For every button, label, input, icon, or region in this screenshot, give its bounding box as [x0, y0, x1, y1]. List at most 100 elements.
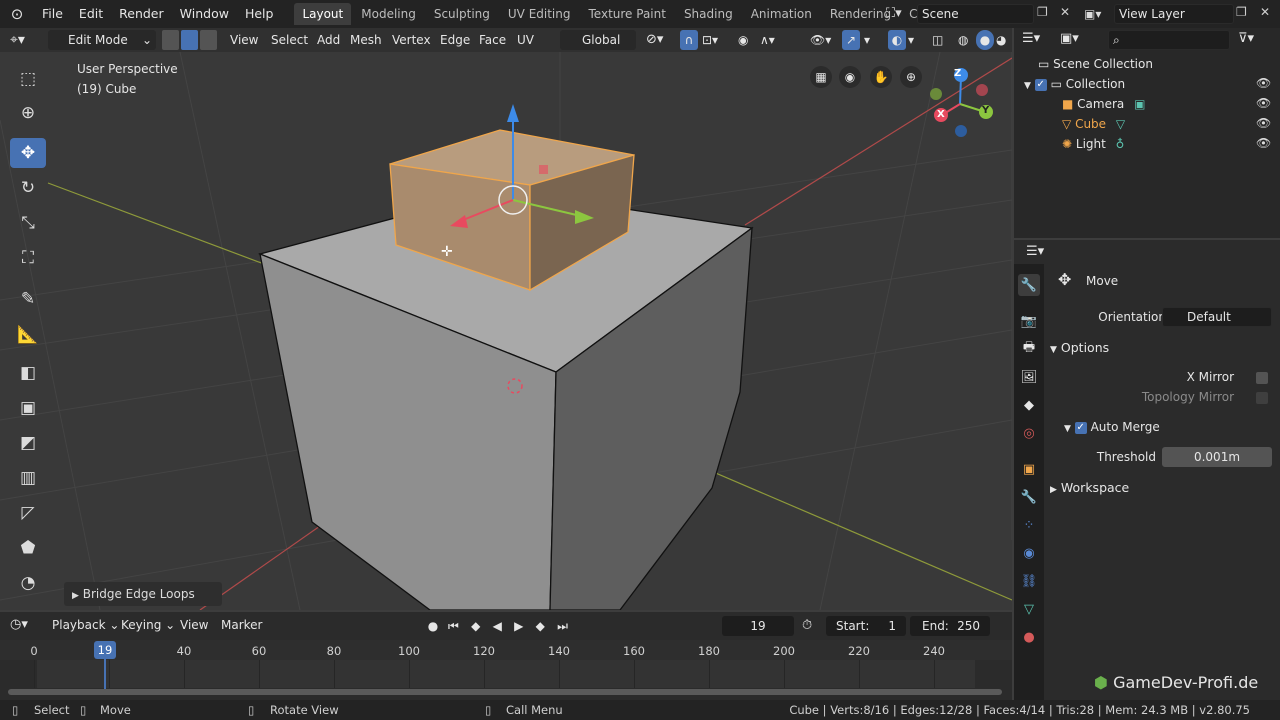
material-shading-icon[interactable]: ◕: [996, 30, 1006, 50]
playhead-frame-indicator[interactable]: 19: [94, 641, 116, 659]
pivot-icon[interactable]: ⊘▾: [646, 30, 663, 50]
cube-visibility-icon[interactable]: 👁: [1256, 116, 1271, 130]
prev-keyframe-icon[interactable]: ◆: [471, 616, 480, 636]
header-menu-face[interactable]: Face: [479, 30, 506, 50]
spin-tool[interactable]: ◔: [10, 568, 46, 598]
use-preview-range-icon[interactable]: ⏱: [802, 618, 812, 633]
annotate-tool[interactable]: ✎: [10, 284, 46, 314]
cursor-tool[interactable]: ⊕: [10, 98, 46, 128]
constraints-tab-icon[interactable]: ⛓: [1018, 570, 1040, 592]
measure-tool[interactable]: 📐: [10, 320, 46, 350]
last-operator-panel[interactable]: ▶ Bridge Edge Loops: [64, 582, 222, 606]
xray-icon[interactable]: ◫: [932, 30, 943, 50]
collection-checkbox[interactable]: ✓: [1034, 78, 1047, 91]
timeline-track[interactable]: [37, 660, 975, 688]
outliner-item-light[interactable]: ✺ Light ♁: [1062, 134, 1124, 154]
visibility-icon[interactable]: 👁▾: [810, 30, 831, 50]
outliner-item-camera[interactable]: ■ Camera ▣: [1062, 94, 1145, 114]
header-menu-select[interactable]: Select: [271, 30, 308, 50]
auto-merge-row[interactable]: ▼ ✓ Auto Merge: [1064, 420, 1160, 434]
orientation-dropdown[interactable]: Default: [1162, 307, 1272, 327]
timeline-scrollbar[interactable]: [8, 689, 1002, 695]
physics-tab-icon[interactable]: ◉: [1018, 542, 1040, 564]
play-icon[interactable]: ▶: [514, 616, 523, 636]
filter-icon[interactable]: ⊽▾: [1238, 31, 1254, 46]
header-menu-mesh[interactable]: Mesh: [350, 30, 382, 50]
inset-tool[interactable]: ▣: [10, 393, 46, 423]
menu-render[interactable]: Render: [111, 0, 172, 28]
topology-mirror-checkbox[interactable]: [1256, 392, 1268, 404]
outliner-collection[interactable]: ▼ ✓ ▭ Collection: [1024, 74, 1125, 94]
gizmo-toggle-icon[interactable]: ↗: [842, 30, 860, 50]
scene-selector-icon[interactable]: ⛶▾: [886, 4, 916, 24]
navigation-gizmo[interactable]: [930, 68, 993, 137]
rotate-tool[interactable]: ↻: [10, 173, 46, 203]
properties-editor-icon[interactable]: ☰▾: [1026, 244, 1044, 259]
bevel-tool[interactable]: ◩: [10, 428, 46, 458]
move-gizmo-z-arrow[interactable]: [507, 104, 519, 122]
tab-layout[interactable]: Layout: [294, 3, 352, 25]
orientation-dropdown[interactable]: Global: [560, 30, 636, 50]
header-menu-uv[interactable]: UV: [517, 30, 534, 50]
new-view-layer-icon[interactable]: ❐: [1236, 5, 1247, 19]
modifier-tab-icon[interactable]: 🔧: [1018, 486, 1040, 508]
menu-window[interactable]: Window: [172, 0, 237, 28]
header-menu-add[interactable]: Add: [317, 30, 340, 50]
tab-uv-editing[interactable]: UV Editing: [500, 3, 579, 25]
outliner-search-input[interactable]: ⌕: [1108, 30, 1230, 50]
close-view-layer-icon[interactable]: ✕: [1260, 5, 1270, 19]
close-scene-icon[interactable]: ✕: [1060, 5, 1070, 19]
render-tab-icon[interactable]: 📷: [1018, 310, 1040, 332]
scene-tab-icon[interactable]: ◆: [1018, 394, 1040, 416]
vertex-select-icon[interactable]: [162, 30, 179, 50]
tab-shading[interactable]: Shading: [676, 3, 741, 25]
menu-edit[interactable]: Edit: [71, 0, 111, 28]
view-layer-field[interactable]: View Layer: [1114, 4, 1234, 24]
timeline-menu-playback[interactable]: Playback ⌄: [52, 618, 119, 632]
next-keyframe-icon[interactable]: ◆: [536, 616, 545, 636]
camera-data-icon[interactable]: ▣: [1134, 97, 1145, 111]
world-tab-icon[interactable]: ◎: [1018, 422, 1040, 444]
x-mirror-checkbox[interactable]: [1256, 372, 1268, 384]
header-menu-edge[interactable]: Edge: [440, 30, 470, 50]
menu-file[interactable]: File: [34, 0, 71, 28]
auto-merge-checkbox[interactable]: ✓: [1074, 421, 1087, 434]
outliner-item-cube[interactable]: ▽ Cube ▽: [1062, 114, 1125, 134]
record-icon[interactable]: ●: [424, 616, 442, 636]
timeline-menu-keying[interactable]: Keying ⌄: [121, 618, 175, 632]
collection-visibility-icon[interactable]: 👁: [1256, 76, 1271, 90]
poly-build-tool[interactable]: ⬟: [10, 533, 46, 563]
menu-help[interactable]: Help: [237, 0, 282, 28]
zoom-icon[interactable]: ⊕: [900, 66, 922, 88]
editor-type-icon[interactable]: ⌖▾: [10, 30, 25, 50]
tool-tab-icon[interactable]: 🔧: [1018, 274, 1040, 296]
scene-field[interactable]: Scene: [917, 4, 1034, 24]
start-frame-field[interactable]: Start: 1: [826, 616, 906, 636]
transform-tool[interactable]: ⛶: [10, 243, 46, 273]
scale-tool[interactable]: ⤡: [10, 208, 46, 238]
3d-viewport[interactable]: ✛ Z Y X User Perspective (19) Cube ▦ ◉ ✋…: [0, 52, 1012, 610]
select-box-tool[interactable]: ⬚: [10, 64, 46, 94]
current-frame-field[interactable]: 19: [722, 616, 794, 636]
edge-select-icon[interactable]: [181, 30, 198, 50]
output-tab-icon[interactable]: 🖶: [1018, 338, 1040, 360]
proportional-edit-icon[interactable]: ◉: [738, 30, 748, 50]
timeline-menu-marker[interactable]: Marker: [221, 618, 262, 632]
tab-sculpting[interactable]: Sculpting: [426, 3, 498, 25]
play-reverse-icon[interactable]: ◀: [493, 616, 502, 636]
collapse-arrow-icon[interactable]: ▼: [1024, 81, 1031, 91]
new-scene-icon[interactable]: ❐: [1037, 5, 1048, 19]
mesh-data-tab-icon[interactable]: ▽: [1018, 598, 1040, 620]
view-layer-tab-icon[interactable]: 🖼: [1018, 366, 1040, 388]
end-frame-field[interactable]: End: 250: [910, 616, 990, 636]
extrude-tool[interactable]: ◧: [10, 358, 46, 388]
tab-modeling[interactable]: Modeling: [353, 3, 424, 25]
gizmo-dropdown-icon[interactable]: ▾: [864, 30, 870, 50]
options-panel-header[interactable]: ▼ Options: [1050, 336, 1109, 360]
particles-tab-icon[interactable]: ⁘: [1018, 514, 1040, 536]
plane-handle[interactable]: [539, 165, 548, 174]
playhead-line[interactable]: [104, 659, 106, 689]
jump-end-icon[interactable]: ⏭: [557, 616, 568, 636]
mode-dropdown[interactable]: Edit Mode ⌄: [48, 30, 156, 50]
camera-visibility-icon[interactable]: 👁: [1256, 96, 1271, 110]
